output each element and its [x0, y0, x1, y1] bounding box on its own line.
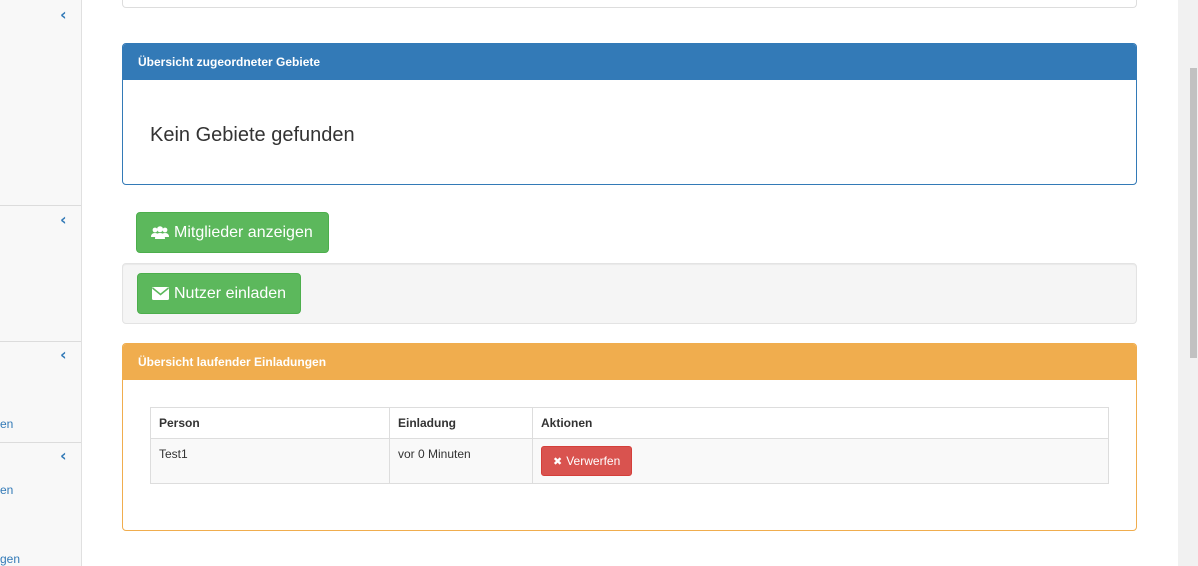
invitations-panel: Übersicht laufender Einladungen Person E… — [122, 343, 1137, 531]
sidebar: ‹ ‹ ‹ en ‹ en gen — [0, 0, 82, 566]
sidebar-section-3[interactable]: ‹ en — [0, 342, 81, 443]
chevron-left-icon[interactable]: ‹ — [60, 448, 67, 464]
invite-well: Nutzer einladen — [122, 263, 1137, 324]
envelope-icon — [152, 287, 169, 300]
areas-panel-title: Übersicht zugeordneter Gebiete — [123, 44, 1136, 80]
close-icon: ✖ — [553, 454, 563, 468]
sidebar-section-2[interactable]: ‹ — [0, 206, 81, 342]
vertical-scrollbar[interactable] — [1178, 0, 1198, 566]
chevron-left-icon[interactable]: ‹ — [60, 347, 67, 363]
invite-user-button[interactable]: Nutzer einladen — [137, 273, 301, 314]
users-icon — [151, 225, 169, 239]
cell-actions: ✖ Verwerfen — [532, 438, 1109, 484]
areas-empty-message: Kein Gebiete gefunden — [150, 124, 355, 146]
column-header-actions: Aktionen — [532, 407, 1109, 439]
main-content: Übersicht zugeordneter Gebiete Kein Gebi… — [82, 0, 1178, 566]
sidebar-section-4[interactable]: ‹ en gen — [0, 443, 81, 566]
sidebar-item-label[interactable]: en — [0, 483, 13, 497]
invitations-table: Person Einladung Aktionen Test1 vor 0 Mi… — [150, 407, 1109, 484]
show-members-button[interactable]: Mitglieder anzeigen — [136, 212, 329, 253]
invite-user-label: Nutzer einladen — [174, 284, 287, 302]
sidebar-section-1[interactable]: ‹ — [0, 0, 81, 206]
table-row: Test1 vor 0 Minuten ✖ Verwerfen — [150, 438, 1109, 484]
discard-button[interactable]: ✖ Verwerfen — [541, 446, 633, 476]
show-members-label: Mitglieder anzeigen — [174, 223, 313, 241]
sidebar-item-label[interactable]: en — [0, 417, 13, 431]
discard-label: Verwerfen — [566, 454, 621, 468]
sidebar-item-label[interactable]: gen — [0, 552, 20, 566]
cell-invitation: vor 0 Minuten — [389, 438, 533, 484]
scrollbar-thumb[interactable] — [1190, 68, 1197, 358]
cell-person: Test1 — [150, 438, 390, 484]
column-header-invitation: Einladung — [389, 407, 533, 439]
chevron-left-icon[interactable]: ‹ — [60, 212, 67, 228]
table-header-row: Person Einladung Aktionen — [150, 407, 1109, 439]
areas-panel: Übersicht zugeordneter Gebiete Kein Gebi… — [122, 43, 1137, 185]
top-panel — [122, 0, 1137, 8]
chevron-left-icon[interactable]: ‹ — [60, 7, 67, 23]
column-header-person: Person — [150, 407, 390, 439]
invitations-panel-title: Übersicht laufender Einladungen — [123, 344, 1136, 380]
